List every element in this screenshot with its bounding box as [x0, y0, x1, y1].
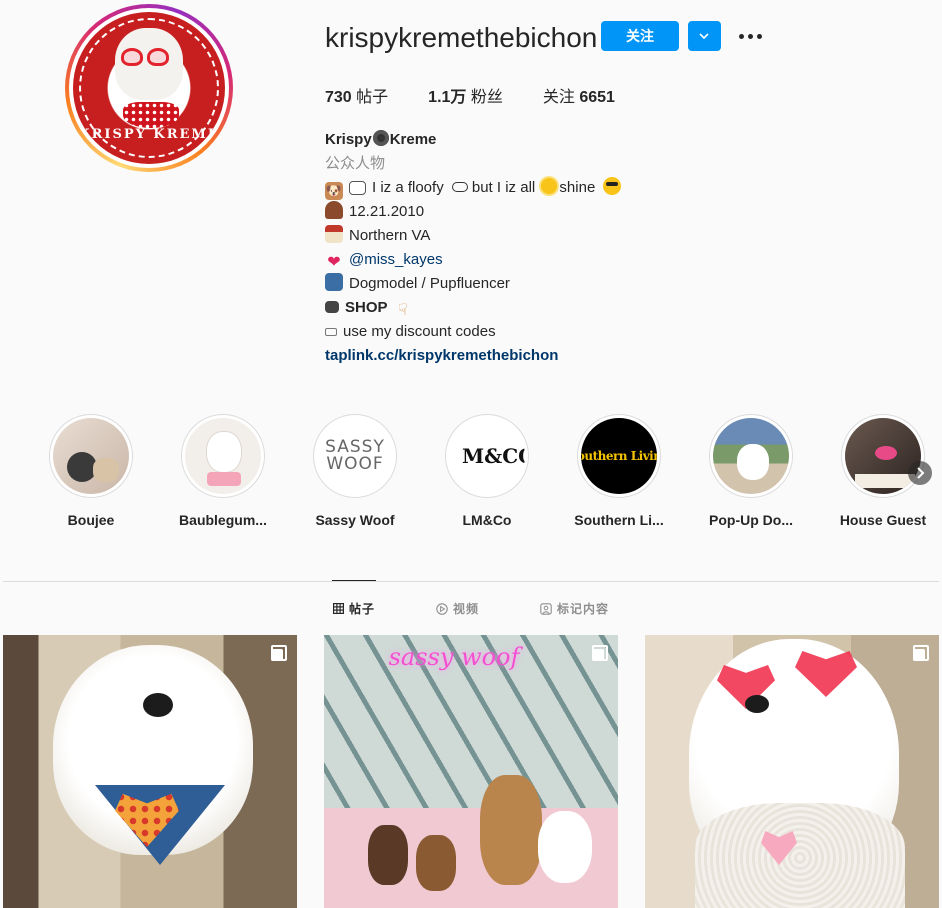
tagged-user-icon: [540, 602, 552, 615]
house-icon: [325, 225, 343, 243]
tab-tagged[interactable]: 标记内容: [540, 600, 609, 617]
bio-birthday: 12.21.2010: [325, 200, 621, 224]
pointing-down-icon: ☟: [397, 302, 408, 319]
highlight-item[interactable]: Pop-Up Do...: [706, 414, 796, 528]
profile-bio: Krispy Kreme 公众人物 🐶 I iz a floofy but I iz…: [325, 128, 622, 368]
chevron-down-icon: [699, 33, 709, 40]
highlight-item[interactable]: Southern Living Southern Li...: [574, 414, 664, 528]
fleece-sweater: [695, 803, 905, 908]
post-thumbnail[interactable]: sassy woof: [324, 635, 618, 908]
highlight-item[interactable]: SASSY WOOF Sassy Woof: [310, 414, 400, 528]
dog-face-icon: 🐶: [325, 182, 343, 200]
donut-icon: [372, 130, 389, 146]
posts-count: 730 帖子: [325, 89, 389, 106]
tab-videos[interactable]: 视频: [436, 600, 479, 617]
followers-count[interactable]: 1.1万 粉丝: [428, 83, 503, 107]
bio-line-floofy: 🐶 I iz a floofy but I iz all shine: [325, 176, 622, 200]
follow-button[interactable]: 关注: [601, 21, 679, 51]
tab-divider: [3, 581, 939, 582]
shopping-icon: [325, 301, 339, 313]
following-count[interactable]: 关注 6651: [543, 83, 615, 107]
mention-link[interactable]: @miss_kayes: [349, 251, 443, 268]
bio-external-link[interactable]: taplink.cc/krispykremethebichon: [325, 344, 621, 368]
bio-category: 公众人物: [325, 155, 386, 172]
bio-name: Krispy Kreme: [325, 130, 437, 148]
post-thumbnail[interactable]: [645, 635, 939, 908]
sunglasses-face-icon: [603, 177, 622, 195]
necktie-icon: [325, 273, 343, 291]
heart-icon: ❤: [327, 254, 341, 271]
play-icon: [436, 602, 448, 615]
speech-bubble-icon: [349, 181, 366, 195]
story-highlights: Boujee Baublegum... SASSY WOOF Sassy Woo…: [46, 414, 942, 534]
profile-stats: 730 帖子 1.1万 粉丝 关注 6651: [325, 83, 655, 107]
post-thumbnail[interactable]: [3, 635, 297, 908]
profile-avatar[interactable]: KRISPY KREME: [65, 4, 233, 172]
carousel-icon: [913, 645, 929, 661]
sun-icon: [541, 178, 558, 194]
highlights-next-button[interactable]: [908, 461, 932, 485]
bio-job: Dogmodel / Pupfluencer: [325, 272, 621, 296]
bio-location: Northern VA: [325, 224, 621, 248]
tag-icon: [325, 328, 337, 336]
grid-icon: [333, 603, 344, 614]
avatar-text: KRISPY KREME: [78, 127, 220, 142]
bio-mention-line: ❤ @miss_kayes: [325, 248, 621, 272]
carousel-icon: [271, 645, 287, 661]
highlight-item[interactable]: Boujee: [46, 414, 136, 528]
active-tab-indicator: [332, 580, 376, 581]
chevron-right-icon: [917, 467, 925, 479]
more-options-button[interactable]: [737, 26, 763, 46]
profile-username: krispykremethebichon: [325, 22, 598, 53]
cake-icon: [325, 201, 343, 219]
carousel-icon: [592, 645, 608, 661]
neon-sign-text: sassy woof: [388, 643, 520, 671]
highlight-item[interactable]: M&CO. LM&Co: [442, 414, 532, 528]
cloud-icon: [451, 182, 468, 192]
avatar-bow: [123, 102, 179, 128]
bio-discount: use my discount codes: [325, 320, 621, 344]
tab-posts[interactable]: 帖子: [333, 600, 375, 617]
highlight-item[interactable]: Baublegum...: [178, 414, 268, 528]
bio-shop: SHOP ☟: [325, 296, 621, 320]
suggested-dropdown-button[interactable]: [688, 21, 721, 51]
